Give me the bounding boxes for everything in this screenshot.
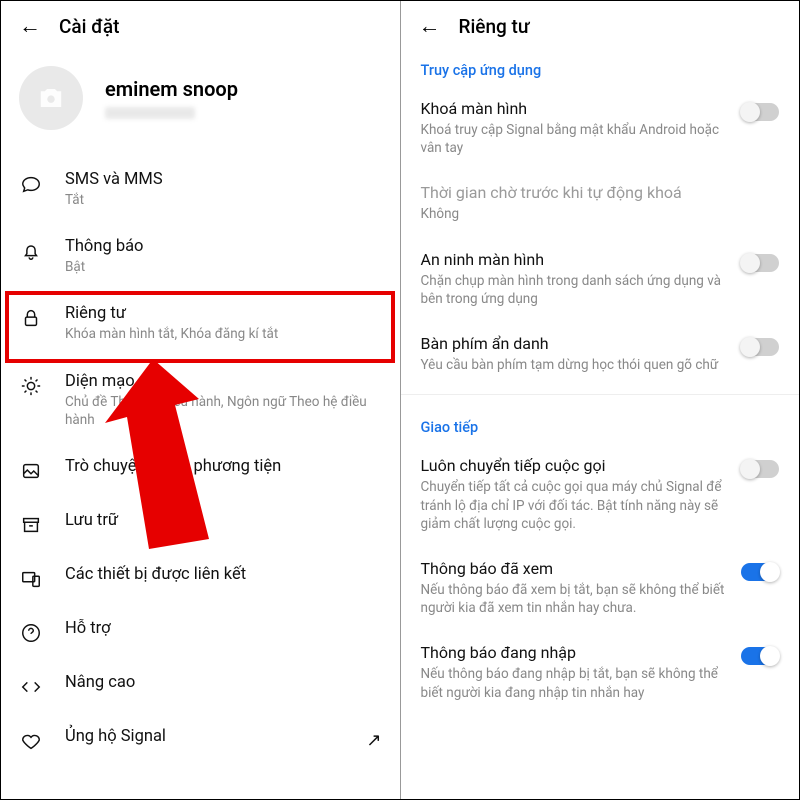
row-desc: Yêu cầu bàn phím tạm dừng học thói quen … [421, 356, 728, 374]
row-relay-calls[interactable]: Luôn chuyển tiếp cuộc gọi Chuyển tiếp tất… [401, 444, 800, 547]
row-title: Thông báo đã xem [421, 559, 728, 578]
sidebar-item-label: Các thiết bị được liên kết [65, 565, 382, 584]
profile-status-blur [105, 107, 195, 119]
sidebar-item-chats[interactable]: Trò chuyện và đa phương tiện [1, 443, 400, 497]
row-title: Thông báo đang nhập [421, 643, 728, 662]
sidebar-item-label: Riêng tư [65, 304, 382, 323]
sidebar-item-linked-devices[interactable]: Các thiết bị được liên kết [1, 551, 400, 605]
row-desc: Chuyển tiếp tất cả cuộc gọi qua máy chủ … [421, 478, 728, 533]
row-read-receipts[interactable]: Thông báo đã xem Nếu thông báo đã xem bị … [401, 547, 800, 631]
heart-icon [19, 729, 43, 753]
divider [401, 394, 800, 395]
sidebar-item-advanced[interactable]: Nâng cao [1, 659, 400, 713]
profile-row[interactable]: eminem snoop [1, 44, 400, 156]
row-desc: Chặn chụp màn hình trong danh sách ứng d… [421, 272, 728, 308]
sidebar-item-sub: Bật [65, 258, 382, 276]
sidebar-item-appearance[interactable]: Diện mạo Chủ đề Theo hệ điều hành, Ngôn n… [1, 358, 400, 443]
toggle-read-receipts[interactable] [741, 563, 779, 581]
row-desc: Nếu thông báo đã xem bị tắt, bạn sẽ khôn… [421, 581, 728, 617]
toggle-screen-security[interactable] [741, 254, 779, 272]
camera-icon [37, 84, 65, 112]
sidebar-item-sub: Chủ đề Theo hệ điều hành, Ngôn ngữ Theo … [65, 393, 382, 429]
row-screen-security[interactable]: An ninh màn hình Chặn chụp màn hình trong… [401, 238, 800, 322]
right-titlebar: ← Riêng tư [401, 1, 800, 44]
sidebar-item-label: Ủng hộ Signal [65, 727, 344, 746]
sidebar-item-donate[interactable]: Ủng hộ Signal ↗ [1, 713, 400, 767]
sidebar-item-label: Nâng cao [65, 673, 382, 692]
row-desc: Khoá truy cập Signal bằng mật khẩu Andro… [421, 121, 728, 157]
sidebar-item-help[interactable]: Hỗ trợ [1, 605, 400, 659]
sidebar-item-sub: Khóa màn hình tắt, Khóa đăng kí tắt [65, 325, 382, 343]
sidebar-item-sub: Tắt [65, 191, 382, 209]
sidebar-item-notifications[interactable]: Thông báo Bật [1, 223, 400, 290]
section-header-app-access: Truy cập ứng dụng [401, 44, 800, 87]
image-icon [19, 459, 43, 483]
archive-icon [19, 513, 43, 537]
bell-icon [19, 239, 43, 263]
row-screen-lock[interactable]: Khoá màn hình Khoá truy cập Signal bằng m… [401, 87, 800, 171]
back-icon[interactable]: ← [19, 16, 41, 38]
chat-bubble-icon [19, 172, 43, 196]
sidebar-item-label: Diện mạo [65, 372, 382, 391]
toggle-typing-indicators[interactable] [741, 647, 779, 665]
help-icon [19, 621, 43, 645]
row-desc: Nếu thông báo đang nhập bị tắt, bạn sẽ k… [421, 665, 728, 701]
sidebar-item-storage[interactable]: Lưu trữ [1, 497, 400, 551]
toggle-screen-lock[interactable] [741, 103, 779, 121]
page-title: Riêng tư [459, 15, 530, 38]
row-lock-timeout: Thời gian chờ trước khi tự động khoá Khôn… [401, 171, 800, 237]
row-title: Thời gian chờ trước khi tự động khoá [421, 183, 780, 202]
privacy-pane: ← Riêng tư Truy cập ứng dụng Khoá màn hì… [401, 1, 800, 799]
toggle-incognito-keyboard[interactable] [741, 338, 779, 356]
sidebar-item-label: Thông báo [65, 237, 382, 256]
external-link-icon: ↗ [366, 730, 381, 751]
row-title: An ninh màn hình [421, 250, 728, 269]
sidebar-item-label: Trò chuyện và đa phương tiện [65, 457, 382, 476]
row-title: Luôn chuyển tiếp cuộc gọi [421, 456, 728, 475]
sidebar-item-label: Lưu trữ [65, 511, 382, 530]
sidebar-item-label: SMS và MMS [65, 170, 382, 189]
sidebar-item-privacy[interactable]: Riêng tư Khóa màn hình tắt, Khóa đăng kí … [1, 290, 400, 357]
page-title: Cài đặt [59, 15, 119, 38]
row-title: Bàn phím ẩn danh [421, 334, 728, 353]
toggle-relay-calls[interactable] [741, 460, 779, 478]
sidebar-item-sms[interactable]: SMS và MMS Tắt [1, 156, 400, 223]
sun-icon [19, 374, 43, 398]
row-title: Khoá màn hình [421, 99, 728, 118]
code-icon [19, 675, 43, 699]
row-incognito-keyboard[interactable]: Bàn phím ẩn danh Yêu cầu bàn phím tạm dừn… [401, 322, 800, 388]
left-titlebar: ← Cài đặt [1, 1, 400, 44]
lock-icon [19, 306, 43, 330]
section-header-communication: Giao tiếp [401, 401, 800, 444]
row-desc: Không [421, 205, 780, 223]
devices-icon [19, 567, 43, 591]
row-typing-indicators[interactable]: Thông báo đang nhập Nếu thông báo đang nh… [401, 631, 800, 715]
profile-name: eminem snoop [105, 77, 238, 101]
back-icon[interactable]: ← [419, 16, 441, 38]
avatar [19, 66, 83, 130]
sidebar-item-label: Hỗ trợ [65, 619, 382, 638]
settings-pane: ← Cài đặt eminem snoop SMS và MMS Tắt Thô… [1, 1, 401, 799]
